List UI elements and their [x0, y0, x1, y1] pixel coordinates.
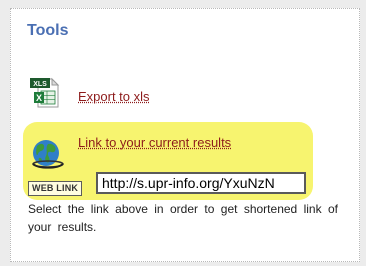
short-url-field[interactable]: [96, 172, 306, 194]
svg-text:X: X: [36, 93, 42, 103]
export-to-xls-link[interactable]: Export to xls: [78, 89, 150, 104]
panel-title: Tools: [27, 22, 69, 39]
tools-panel: Tools XLS X Export to xls Link to your c…: [10, 8, 360, 262]
globe-link-icon[interactable]: [31, 136, 65, 170]
excel-file-icon[interactable]: XLS X: [28, 77, 60, 109]
web-link-badge: WEB LINK: [28, 181, 83, 196]
results-description: Select the link above in order to get sh…: [28, 202, 338, 234]
svg-text:XLS: XLS: [33, 81, 47, 88]
current-results-link[interactable]: Link to your current results: [78, 135, 231, 150]
